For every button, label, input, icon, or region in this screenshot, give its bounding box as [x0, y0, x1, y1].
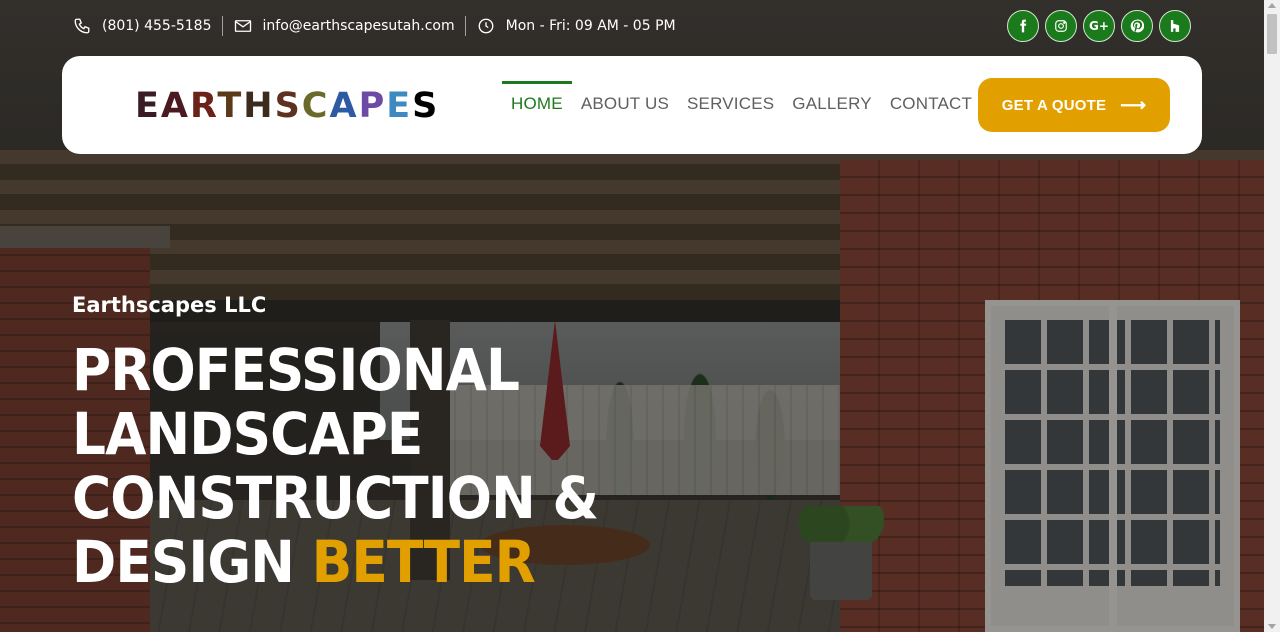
envelope-icon — [233, 16, 253, 36]
arrow-right-icon: ⟶ — [1120, 94, 1147, 115]
hero-headline-better: BETTER — [311, 528, 536, 596]
logo-letter: R — [190, 86, 218, 126]
top-info-bar: (801) 455-5185 info@earthscapesutah.com … — [72, 12, 686, 40]
google-plus-glyph: G+ — [1089, 19, 1109, 33]
hours-text: Mon - Fri: 09 AM - 05 PM — [505, 18, 676, 34]
page-scrollbar[interactable] — [1264, 0, 1280, 632]
phone-contact[interactable]: (801) 455-5185 — [72, 16, 222, 36]
logo-letter: S — [412, 86, 440, 126]
logo-letter: E — [386, 86, 413, 126]
hero-headline-line-4: DESIGN BETTER — [72, 530, 598, 594]
email-contact[interactable]: info@earthscapesutah.com — [221, 16, 465, 36]
business-hours: Mon - Fri: 09 AM - 05 PM — [464, 16, 686, 36]
houzz-icon[interactable] — [1159, 10, 1191, 42]
earthscapes-logo[interactable]: EARTHSCAPES — [135, 86, 439, 126]
nav-gallery[interactable]: GALLERY — [783, 80, 881, 124]
google-plus-icon[interactable]: G+ — [1083, 10, 1115, 42]
facebook-icon[interactable] — [1007, 10, 1039, 42]
get-a-quote-button[interactable]: GET A QUOTE ⟶ — [978, 78, 1170, 132]
pinterest-icon[interactable] — [1121, 10, 1153, 42]
phone-number: (801) 455-5185 — [102, 18, 212, 34]
logo-letter: T — [217, 86, 244, 126]
social-links: G+ — [1007, 10, 1191, 42]
logo-letter: A — [329, 86, 359, 126]
nav-services[interactable]: SERVICES — [678, 80, 783, 124]
nav-home[interactable]: HOME — [502, 80, 572, 124]
hero-headline: PROFESSIONAL LANDSCAPE CONSTRUCTION & DE… — [72, 336, 599, 594]
logo-letter: E — [135, 86, 161, 126]
logo-letter: A — [160, 86, 191, 126]
logo-letter: S — [274, 86, 302, 126]
scroll-down-arrow-icon[interactable] — [1268, 624, 1276, 629]
hero-headline-line-1: PROFESSIONAL — [72, 336, 520, 404]
clock-icon — [476, 16, 496, 36]
main-nav: HOME ABOUT US SERVICES GALLERY CONTACT U… — [502, 80, 1010, 124]
hero-headline-design: DESIGN — [72, 528, 295, 596]
get-a-quote-label: GET A QUOTE — [1001, 96, 1107, 114]
logo-letter: P — [358, 86, 387, 126]
scroll-up-arrow-icon[interactable] — [1268, 3, 1276, 8]
scroll-thumb[interactable] — [1267, 14, 1277, 54]
email-address: info@earthscapesutah.com — [262, 18, 455, 34]
instagram-icon[interactable] — [1045, 10, 1077, 42]
logo-letter: H — [243, 86, 275, 126]
phone-icon — [72, 16, 92, 36]
hero-subtitle: Earthscapes LLC — [72, 293, 267, 317]
nav-about-us[interactable]: ABOUT US — [572, 80, 678, 124]
header-nav-card: EARTHSCAPES HOME ABOUT US SERVICES GALLE… — [62, 56, 1202, 154]
hero-headline-line-3: CONSTRUCTION & — [72, 464, 599, 532]
hero-headline-line-2: LANDSCAPE — [72, 400, 423, 468]
logo-letter: C — [301, 86, 330, 126]
